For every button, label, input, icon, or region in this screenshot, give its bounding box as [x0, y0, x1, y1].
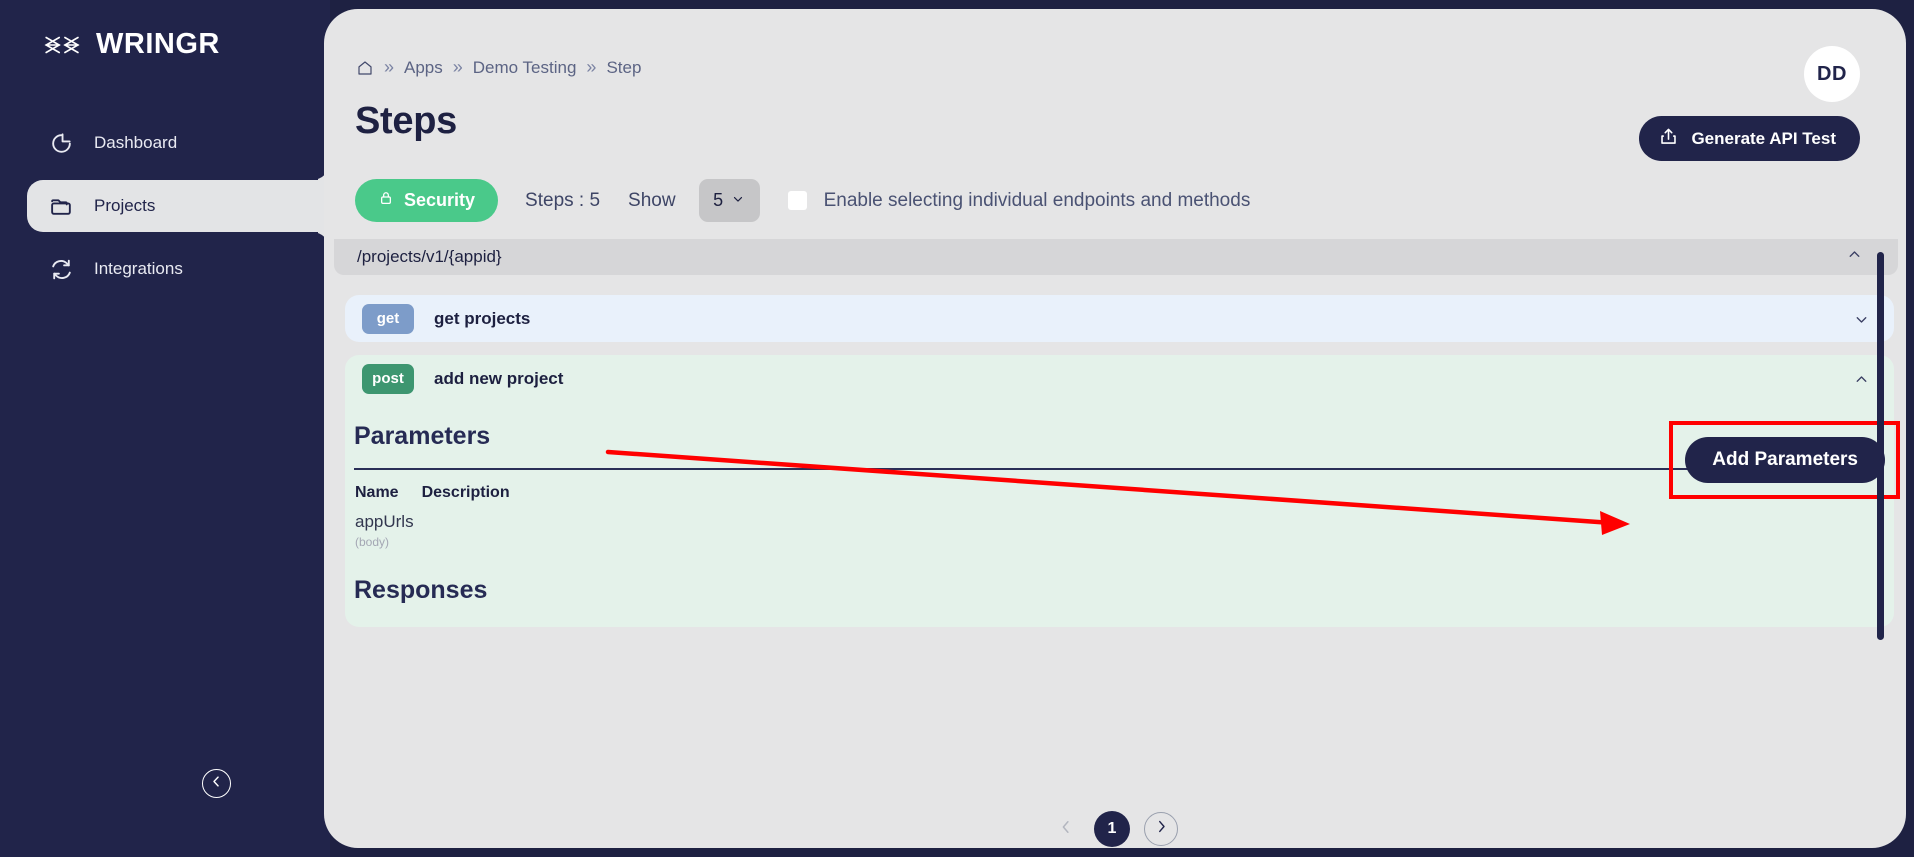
- generate-api-test-label: Generate API Test: [1691, 128, 1836, 148]
- add-parameters-wrapper: Add Parameters: [1669, 421, 1901, 499]
- column-header-name: Name: [355, 483, 399, 501]
- column-header-description: Description: [421, 483, 510, 501]
- breadcrumb-item-apps[interactable]: Apps: [404, 58, 443, 78]
- chevron-down-icon[interactable]: [1853, 311, 1870, 333]
- chevron-down-icon: [731, 190, 745, 211]
- pagination-page-1[interactable]: 1: [1094, 811, 1130, 847]
- pagination-next-button[interactable]: [1144, 812, 1178, 846]
- sidebar-item-dashboard[interactable]: Dashboard: [27, 117, 330, 169]
- endpoint-path-header[interactable]: /projects/v1/{appid}: [334, 239, 1898, 275]
- upload-share-icon: [1658, 126, 1679, 152]
- pagination: 1: [324, 811, 1906, 847]
- security-badge-label: Security: [404, 190, 476, 210]
- show-label: Show: [628, 189, 676, 211]
- add-parameters-label: Add Parameters: [1712, 449, 1858, 470]
- responses-title: Responses: [354, 575, 488, 604]
- chevron-left-circle-icon: [209, 774, 224, 794]
- brand-name: WRINGR: [96, 28, 220, 60]
- endpoints-scroll-area: /projects/v1/{appid} get get projects po…: [324, 239, 1906, 821]
- endpoint-list: get get projects post add new project Pa…: [324, 275, 1906, 627]
- home-icon[interactable]: [356, 59, 374, 77]
- show-count-select[interactable]: 5: [698, 179, 760, 222]
- generate-api-test-button[interactable]: Generate API Test: [1639, 116, 1860, 161]
- pagination-page-number: 1: [1107, 820, 1117, 837]
- sidebar-item-projects[interactable]: Projects: [27, 180, 330, 232]
- endpoint-header[interactable]: get get projects: [345, 295, 1894, 342]
- lock-icon: [378, 190, 394, 211]
- parameters-title: Parameters: [354, 422, 491, 450]
- breadcrumb-item-demo-testing[interactable]: Demo Testing: [473, 58, 577, 78]
- endpoint-details: Parameters Add Parameters Name Descripti…: [345, 402, 1901, 627]
- pagination-prev-button[interactable]: [1052, 815, 1080, 843]
- endpoint-add-new-project: post add new project: [345, 355, 1894, 402]
- chevron-up-icon[interactable]: [1853, 371, 1870, 393]
- sidebar-item-integrations[interactable]: Integrations: [27, 243, 330, 295]
- avatar-initials: DD: [1817, 62, 1847, 85]
- folder-icon: [49, 194, 74, 219]
- enable-individual-selection-checkbox[interactable]: [787, 191, 807, 210]
- avatar[interactable]: DD: [1804, 46, 1860, 102]
- chevron-right-icon: [1153, 818, 1170, 840]
- parameters-table-header: Name Description: [345, 470, 1894, 502]
- table-row: appUrls (body): [345, 502, 1894, 549]
- show-count-value: 5: [713, 190, 724, 210]
- breadcrumb: » Apps » Demo Testing » Step: [324, 9, 1906, 78]
- endpoint-name: get projects: [434, 308, 531, 328]
- pie-chart-icon: [49, 131, 74, 156]
- parameter-location: (body): [355, 534, 390, 549]
- sidebar-item-label: Dashboard: [94, 133, 178, 152]
- sidebar: WRINGR Dashboard Projects Integrations: [0, 0, 330, 857]
- breadcrumb-separator: »: [384, 57, 395, 77]
- endpoint-header[interactable]: post add new project: [345, 355, 1894, 402]
- endpoint-path-label: /projects/v1/{appid}: [357, 247, 502, 266]
- chevron-up-icon[interactable]: [1846, 246, 1863, 268]
- endpoint-name: add new project: [434, 368, 564, 388]
- parameter-name: appUrls: [355, 511, 414, 531]
- breadcrumb-item-step[interactable]: Step: [606, 58, 641, 78]
- add-parameters-button[interactable]: Add Parameters: [1685, 437, 1885, 483]
- main-panel: » Apps » Demo Testing » Step Steps DD Ge…: [324, 9, 1906, 848]
- sidebar-item-label: Projects: [94, 196, 156, 215]
- http-verb-badge: post: [362, 363, 414, 394]
- http-verb-badge: get: [362, 303, 414, 334]
- breadcrumb-separator: »: [586, 57, 597, 77]
- sidebar-item-label: Integrations: [94, 259, 183, 278]
- sync-refresh-icon: [49, 257, 74, 282]
- security-badge-button[interactable]: Security: [355, 179, 499, 222]
- enable-individual-selection-label: Enable selecting individual endpoints an…: [823, 189, 1251, 211]
- sidebar-collapse-button[interactable]: [202, 769, 231, 798]
- brand-logo[interactable]: WRINGR: [0, 0, 330, 61]
- steps-count-label: Steps : 5: [525, 189, 601, 211]
- chevron-left-icon: [1057, 818, 1075, 841]
- sidebar-nav: Dashboard Projects Integrations: [0, 117, 330, 295]
- vertical-scrollbar[interactable]: [1877, 252, 1884, 640]
- endpoint-get-projects: get get projects: [345, 295, 1894, 342]
- breadcrumb-separator: »: [452, 57, 463, 77]
- app-root: WRINGR Dashboard Projects Integrations »…: [0, 0, 1914, 857]
- wringr-logo-icon: [44, 30, 82, 60]
